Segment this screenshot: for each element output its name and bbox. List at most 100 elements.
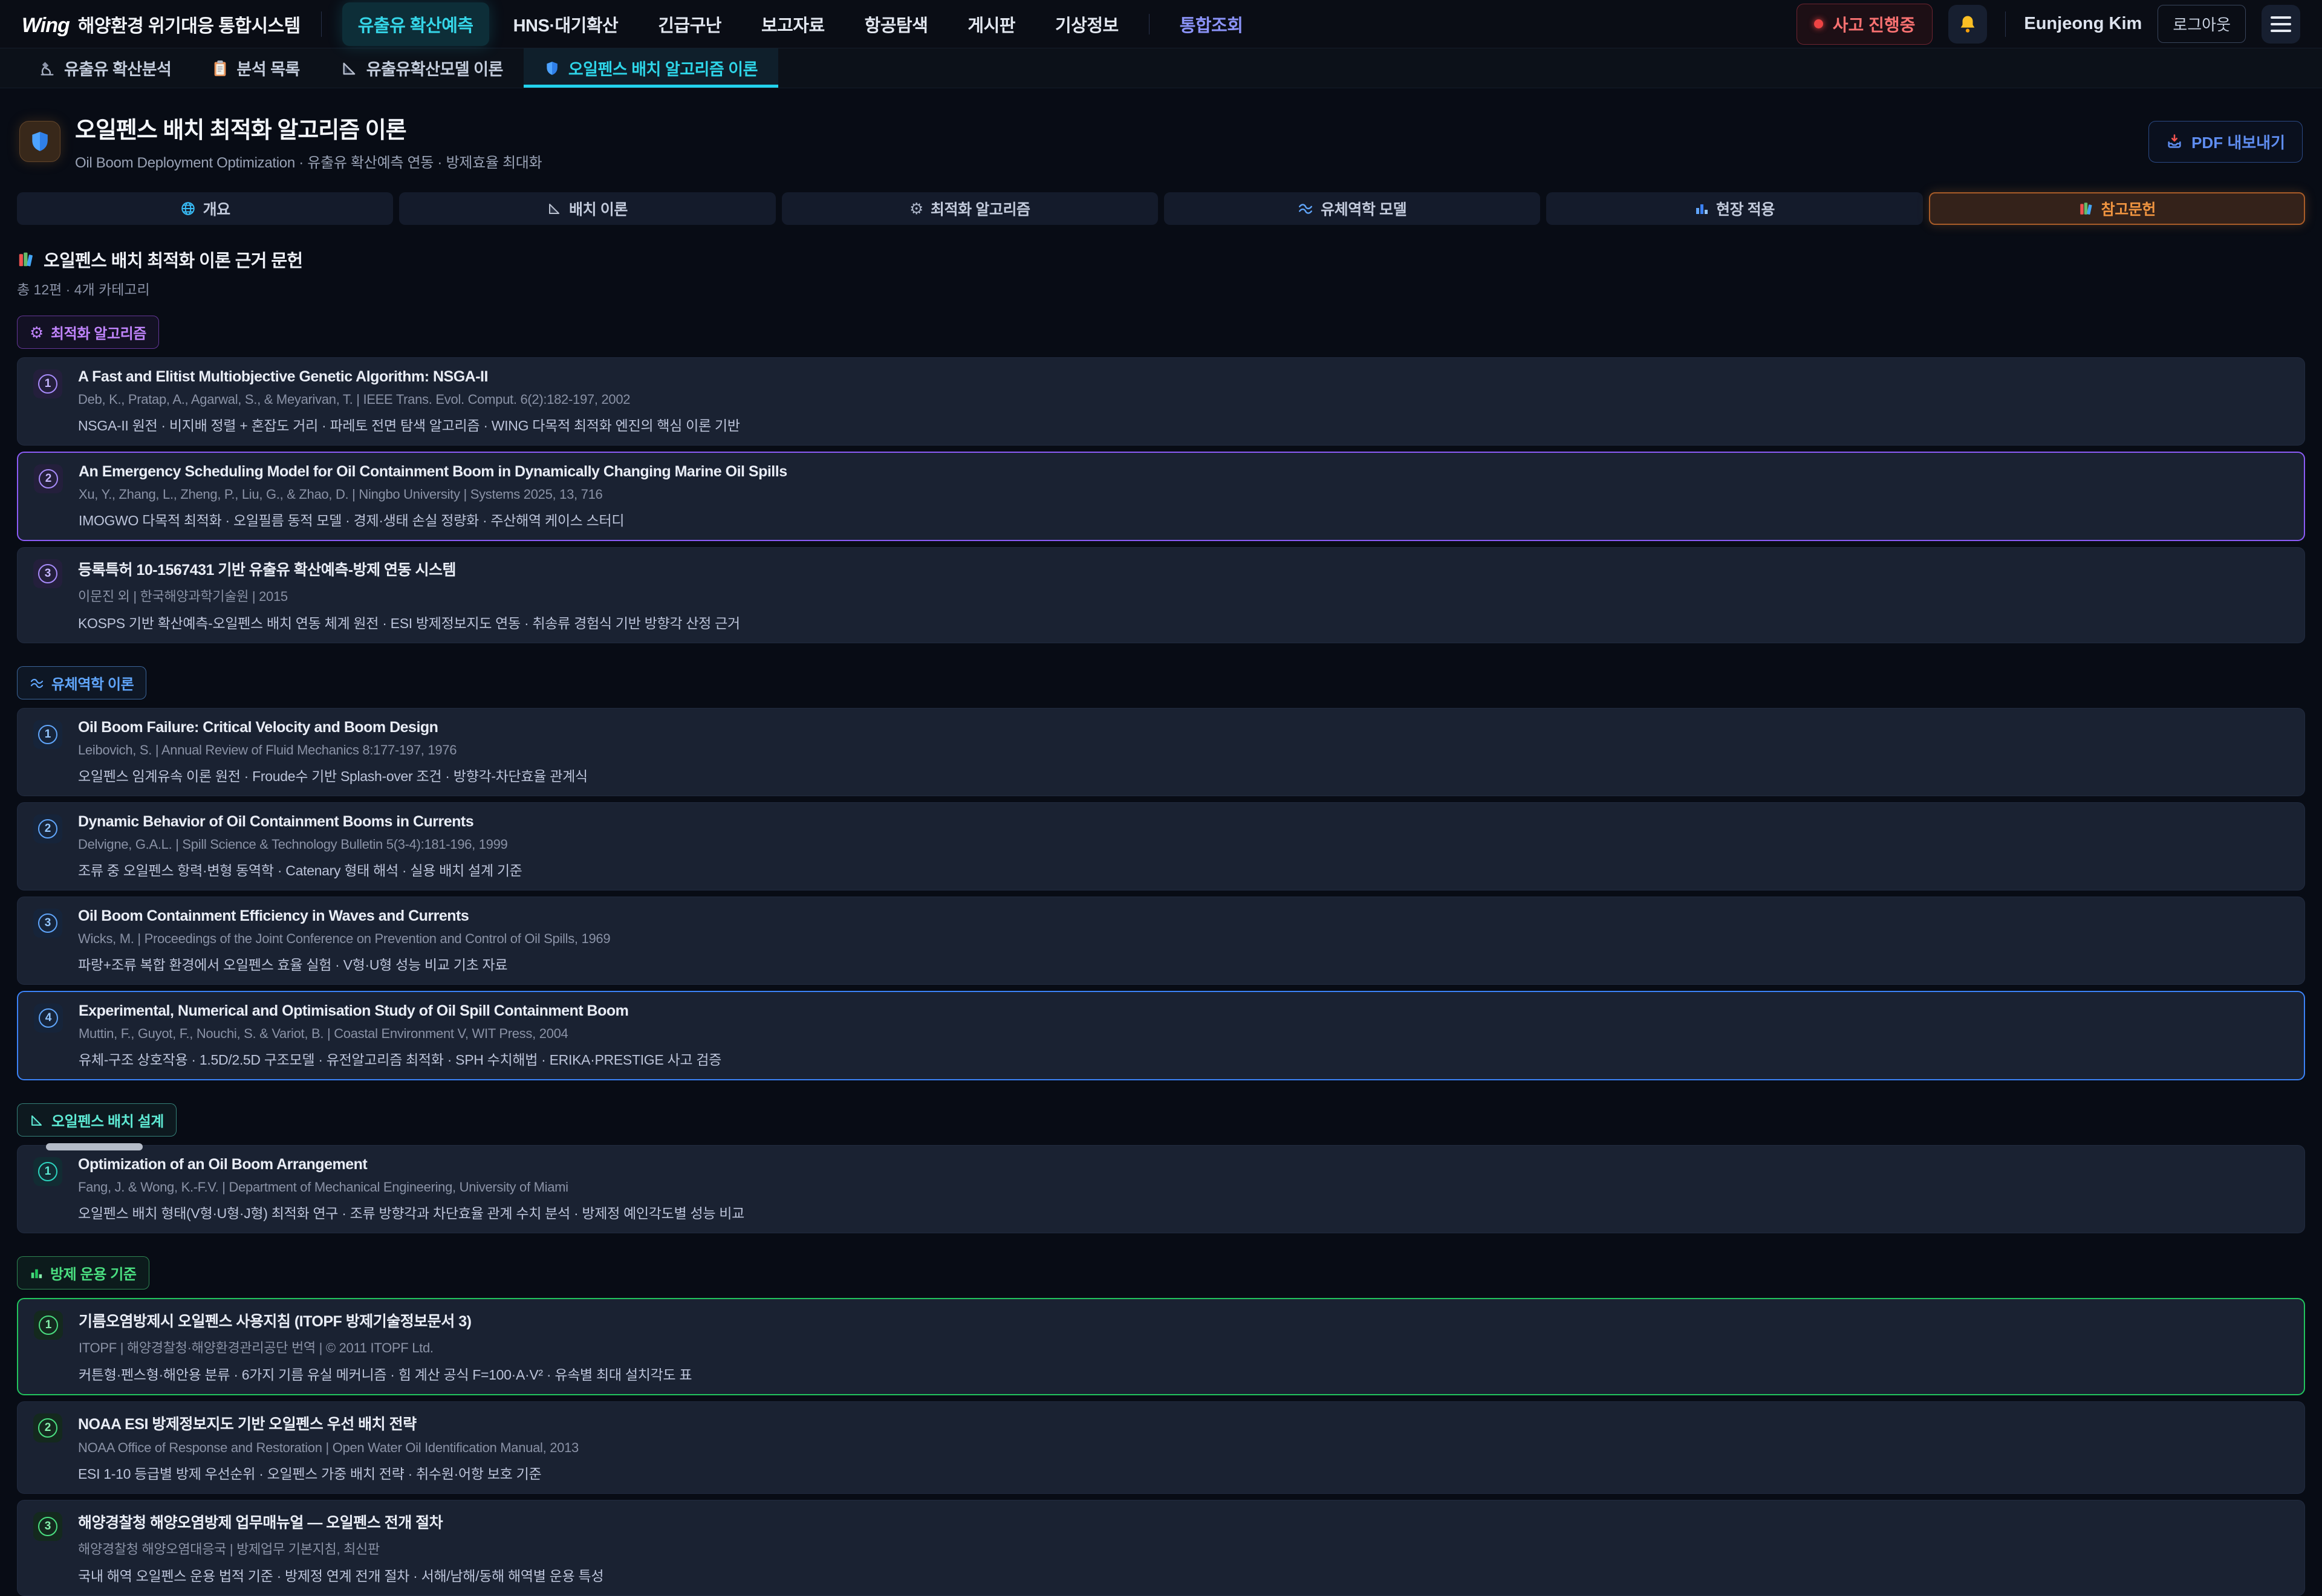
reference-body: NOAA ESI 방제정보지도 기반 오일펜스 우선 배치 전략 NOAA Of… [78,1412,579,1483]
reference-description: 오일펜스 배치 형태(V형·U형·J형) 최적화 연구 · 조류 방향각과 차단… [78,1202,744,1222]
tab-boom-algorithm-theory[interactable]: 오일펜스 배치 알고리즘 이론 [524,48,778,88]
reference-description: 국내 해역 오일펜스 운용 법적 기준 · 방제정 연계 전개 절차 · 서해/… [78,1565,603,1585]
triangle-ruler-icon [341,60,358,77]
reference-item[interactable]: 3 등록특허 10-1567431 기반 유출유 확산예측-방제 연동 시스템 … [17,547,2305,643]
nav-item-board[interactable]: 게시판 [952,2,1031,46]
books-icon [17,250,35,268]
wave-icon [30,676,44,690]
references-summary: 총 12편 · 4개 카테고리 [17,278,2305,299]
reference-item-highlighted[interactable]: 4 Experimental, Numerical and Optimisati… [17,991,2305,1080]
reference-item[interactable]: 1 Oil Boom Failure: Critical Velocity an… [17,708,2305,796]
scrollbar-thumb[interactable] [46,1143,143,1150]
section-tab-deployment-theory[interactable]: 배치 이론 [399,192,775,225]
page-title: 오일펜스 배치 최적화 알고리즘 이론 [75,111,542,144]
reference-description: NSGA-II 원전 · 비지배 정렬 + 혼잡도 거리 · 파레토 전면 탐색… [78,414,740,435]
reference-title: Experimental, Numerical and Optimisation… [79,1002,721,1020]
reference-title: NOAA ESI 방제정보지도 기반 오일펜스 우선 배치 전략 [78,1412,579,1434]
tab-analysis-list[interactable]: 분석 목록 [192,48,320,88]
item-number-badge: 1 [33,369,62,398]
reference-description: 조류 중 오일펜스 항력·변형 동역학 · Catenary 형태 해석 · 실… [78,859,522,880]
item-number-badge: 1 [33,720,62,749]
triangle-ruler-icon [30,1113,44,1127]
divider [321,11,322,37]
item-number-badge: 3 [33,1512,62,1541]
reference-item-highlighted[interactable]: 2 An Emergency Scheduling Model for Oil … [17,452,2305,541]
references-heading: 오일펜스 배치 최적화 이론 근거 문헌 [44,247,303,272]
menu-button[interactable] [2262,5,2300,44]
reference-authors: ITOPF | 해양경찰청·해양환경관리공단 번역 | © 2011 ITOPF… [79,1337,692,1357]
navbar-right: 사고 진행중 Eunjeong Kim 로그아웃 [1797,4,2300,45]
section-tab-hydrodynamics-model[interactable]: 유체역학 모델 [1164,192,1540,225]
pdf-export-label: PDF 내보내기 [2191,131,2285,153]
reference-authors: Deb, K., Pratap, A., Agarwal, S., & Meya… [78,392,740,407]
reference-item[interactable]: 2 NOAA ESI 방제정보지도 기반 오일펜스 우선 배치 전략 NOAA … [17,1401,2305,1494]
nav-item-reports[interactable]: 보고자료 [746,2,841,46]
page-subtitle: Oil Boom Deployment Optimization · 유출유 확… [75,151,542,172]
notifications-button[interactable] [1948,5,1987,44]
section-tab-optimization-algorithm[interactable]: ⚙ 최적화 알고리즘 [782,192,1158,225]
secondary-tabbar: 유출유 확산분석 분석 목록 유출유확산모델 이론 [0,48,2322,88]
reference-authors: Fang, J. & Wong, K.-F.V. | Department of… [78,1179,744,1195]
reference-description: ESI 1-10 등급별 방제 우선순위 · 오일펜스 가중 배치 전략 · 취… [78,1462,579,1483]
shield-icon [544,60,560,77]
tab-spill-analysis[interactable]: 유출유 확산분석 [18,48,192,88]
category-name: 유체역학 이론 [51,672,134,693]
main-nav: 유출유 확산예측 HNS·대기확산 긴급구난 보고자료 항공탐색 게시판 기상정… [342,2,1259,46]
reference-body: 기름오염방제시 오일펜스 사용지침 (ITOPF 방제기술정보문서 3) ITO… [79,1309,692,1384]
nav-item-weather[interactable]: 기상정보 [1039,2,1134,46]
item-number-badge: 3 [33,559,62,588]
nav-item-aerial-search[interactable]: 항공탐색 [849,2,944,46]
category-badge-response-standards: 방제 운용 기준 [17,1256,149,1289]
category-badge-optimization: ⚙ 최적화 알고리즘 [17,316,159,349]
page-shield-icon [19,121,60,162]
reference-authors: Leibovich, S. | Annual Review of Fluid M… [78,742,588,758]
references-heading-row: 오일펜스 배치 최적화 이론 근거 문헌 [17,247,2305,272]
pdf-export-button[interactable]: PDF 내보내기 [2148,121,2303,163]
item-number-badge: 1 [33,1157,62,1186]
reference-authors: Muttin, F., Guyot, F., Nouchi, S. & Vari… [79,1026,721,1042]
nav-item-hns[interactable]: HNS·대기확산 [498,2,634,46]
section-tab-references[interactable]: 참고문헌 [1929,192,2305,225]
reference-authors: 이문진 외 | 한국해양과학기술원 | 2015 [78,586,740,605]
nav-item-rescue[interactable]: 긴급구난 [642,2,737,46]
divider [2005,11,2006,37]
section-tab-label: 최적화 알고리즘 [931,198,1030,219]
item-number-badge: 2 [33,1413,62,1442]
reference-item[interactable]: 1 A Fast and Elitist Multiobjective Gene… [17,357,2305,446]
page-title-block: 오일펜스 배치 최적화 알고리즘 이론 Oil Boom Deployment … [75,111,542,172]
reference-body: 등록특허 10-1567431 기반 유출유 확산예측-방제 연동 시스템 이문… [78,558,740,632]
bar-chart-icon [30,1267,43,1280]
nav-item-integrated-search[interactable]: 통합조회 [1164,2,1259,46]
reference-description: 커튼형·펜스형·해안용 분류 · 6가지 기름 유실 메커니즘 · 힘 계산 공… [79,1363,692,1384]
reference-item[interactable]: 3 Oil Boom Containment Efficiency in Wav… [17,897,2305,985]
reference-item-highlighted[interactable]: 1 기름오염방제시 오일펜스 사용지침 (ITOPF 방제기술정보문서 3) I… [17,1298,2305,1395]
tab-diffusion-model-theory[interactable]: 유출유확산모델 이론 [320,48,524,88]
gear-icon: ⚙ [909,201,923,216]
reference-body: 해양경찰청 해양오염방제 업무매뉴얼 — 오일펜스 전개 절차 해양경찰청 해양… [78,1511,603,1585]
incident-status-badge[interactable]: 사고 진행중 [1797,4,1933,45]
reference-body: A Fast and Elitist Multiobjective Geneti… [78,368,740,435]
nav-item-oil-spill-prediction[interactable]: 유출유 확산예측 [342,2,489,46]
tab-label: 오일펜스 배치 알고리즘 이론 [568,56,758,80]
reference-body: Oil Boom Failure: Critical Velocity and … [78,719,588,785]
section-tab-label: 개요 [203,198,230,219]
reference-item[interactable]: 1 Optimization of an Oil Boom Arrangemen… [17,1145,2305,1233]
section-tab-field-application[interactable]: 현장 적용 [1546,192,1922,225]
tab-label: 유출유확산모델 이론 [366,56,503,80]
item-number-badge: 2 [33,814,62,843]
category-name: 방제 운용 기준 [50,1262,137,1283]
reference-description: 오일펜스 임계유속 이론 원전 · Froude수 기반 Splash-over… [78,765,588,785]
main-content: 오일펜스 배치 최적화 알고리즘 이론 Oil Boom Deployment … [0,88,2322,1596]
category-name: 오일펜스 배치 설계 [51,1109,164,1130]
reference-body: Oil Boom Containment Efficiency in Waves… [78,907,610,974]
page-header: 오일펜스 배치 최적화 알고리즘 이론 Oil Boom Deployment … [17,104,2305,175]
clipboard-icon [212,60,228,77]
logout-button[interactable]: 로그아웃 [2158,5,2246,43]
reference-authors: Wicks, M. | Proceedings of the Joint Con… [78,931,610,947]
reference-item[interactable]: 3 해양경찰청 해양오염방제 업무매뉴얼 — 오일펜스 전개 절차 해양경찰청 … [17,1500,2305,1596]
reference-body: Optimization of an Oil Boom Arrangement … [78,1156,744,1222]
section-tab-overview[interactable]: 개요 [17,192,393,225]
triangle-ruler-icon [547,201,562,216]
microscope-icon [39,60,56,77]
reference-item[interactable]: 2 Dynamic Behavior of Oil Containment Bo… [17,802,2305,890]
